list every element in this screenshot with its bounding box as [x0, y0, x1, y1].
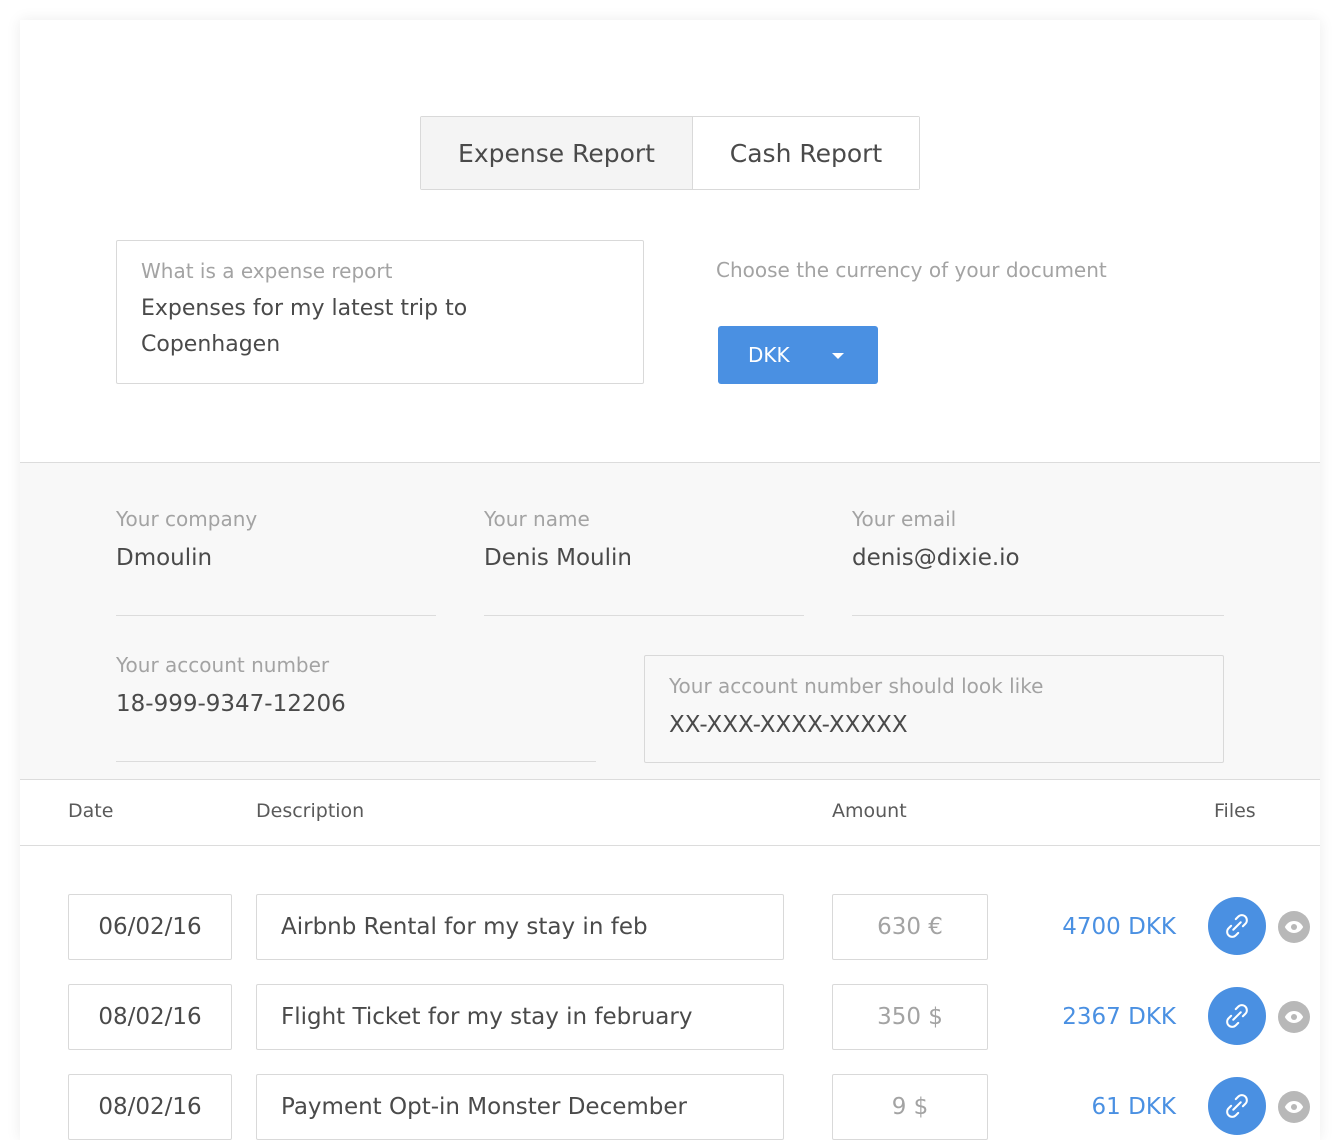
- personal-info-section: Your company Dmoulin Your name Denis Mou…: [20, 462, 1320, 780]
- tab-expense-report[interactable]: Expense Report: [421, 117, 693, 189]
- attach-file-button[interactable]: [1208, 897, 1266, 955]
- attach-file-button[interactable]: [1208, 1077, 1266, 1135]
- eye-icon: [1284, 921, 1304, 933]
- table-row: 06/02/16 Airbnb Rental for my stay in fe…: [20, 894, 1320, 960]
- amount-input[interactable]: 9 $: [832, 1074, 988, 1140]
- paperclip-icon: [1226, 1004, 1248, 1028]
- converted-amount: 2367 DKK: [1062, 1004, 1176, 1030]
- description-input[interactable]: Payment Opt-in Monster December: [256, 1074, 784, 1140]
- date-input[interactable]: 06/02/16: [68, 894, 232, 960]
- view-file-button[interactable]: [1278, 911, 1310, 943]
- report-type-tabs: Expense Report Cash Report: [420, 116, 920, 190]
- company-label: Your company: [116, 507, 258, 531]
- description-input[interactable]: Airbnb Rental for my stay in feb: [256, 894, 784, 960]
- attach-file-button[interactable]: [1208, 987, 1266, 1045]
- account-format-hint: Your account number should look like XX-…: [644, 655, 1224, 763]
- email-value[interactable]: denis@dixie.io: [852, 545, 1224, 571]
- eye-icon: [1284, 1011, 1304, 1023]
- email-field[interactable]: Your email denis@dixie.io: [852, 507, 1224, 616]
- paperclip-icon: [1226, 914, 1248, 938]
- currency-dropdown[interactable]: DKK: [718, 326, 878, 384]
- converted-amount: 4700 DKK: [1062, 914, 1176, 940]
- tab-cash-report[interactable]: Cash Report: [693, 117, 919, 189]
- header-date: Date: [68, 800, 114, 822]
- caret-down-icon: [832, 353, 844, 359]
- amount-input[interactable]: 350 $: [832, 984, 988, 1050]
- name-label: Your name: [484, 507, 590, 531]
- account-number-value[interactable]: 18-999-9347-12206: [116, 691, 596, 717]
- report-description-value[interactable]: Expenses for my latest trip to Copenhage…: [141, 291, 561, 363]
- currency-label: Choose the currency of your document: [716, 258, 1107, 282]
- account-number-field[interactable]: Your account number 18-999-9347-12206: [116, 653, 596, 762]
- description-input[interactable]: Flight Ticket for my stay in february: [256, 984, 784, 1050]
- date-input[interactable]: 08/02/16: [68, 984, 232, 1050]
- view-file-button[interactable]: [1278, 1001, 1310, 1033]
- company-field[interactable]: Your company Dmoulin: [116, 507, 436, 616]
- account-format-label: Your account number should look like: [669, 674, 1044, 698]
- eye-icon: [1284, 1101, 1304, 1113]
- paperclip-icon: [1226, 1094, 1248, 1118]
- email-label: Your email: [852, 507, 957, 531]
- name-value[interactable]: Denis Moulin: [484, 545, 804, 571]
- view-file-button[interactable]: [1278, 1091, 1310, 1123]
- expense-report-card: Expense Report Cash Report What is a exp…: [20, 20, 1320, 1140]
- date-input[interactable]: 08/02/16: [68, 1074, 232, 1140]
- currency-selected: DKK: [748, 343, 790, 367]
- header-files: Files: [1214, 800, 1256, 822]
- account-number-label: Your account number: [116, 653, 330, 677]
- table-row: 08/02/16 Payment Opt-in Monster December…: [20, 1074, 1320, 1140]
- expense-table-header: Date Description Amount Files: [20, 780, 1320, 846]
- report-description-field[interactable]: What is a expense report Expenses for my…: [116, 240, 644, 384]
- company-value[interactable]: Dmoulin: [116, 545, 436, 571]
- table-row: 08/02/16 Flight Ticket for my stay in fe…: [20, 984, 1320, 1050]
- report-description-label: What is a expense report: [141, 259, 393, 283]
- converted-amount: 61 DKK: [1091, 1094, 1176, 1120]
- account-format-value: XX-XXX-XXXX-XXXXX: [669, 712, 908, 738]
- header-description: Description: [256, 800, 365, 822]
- amount-input[interactable]: 630 €: [832, 894, 988, 960]
- header-amount: Amount: [832, 800, 907, 822]
- name-field[interactable]: Your name Denis Moulin: [484, 507, 804, 616]
